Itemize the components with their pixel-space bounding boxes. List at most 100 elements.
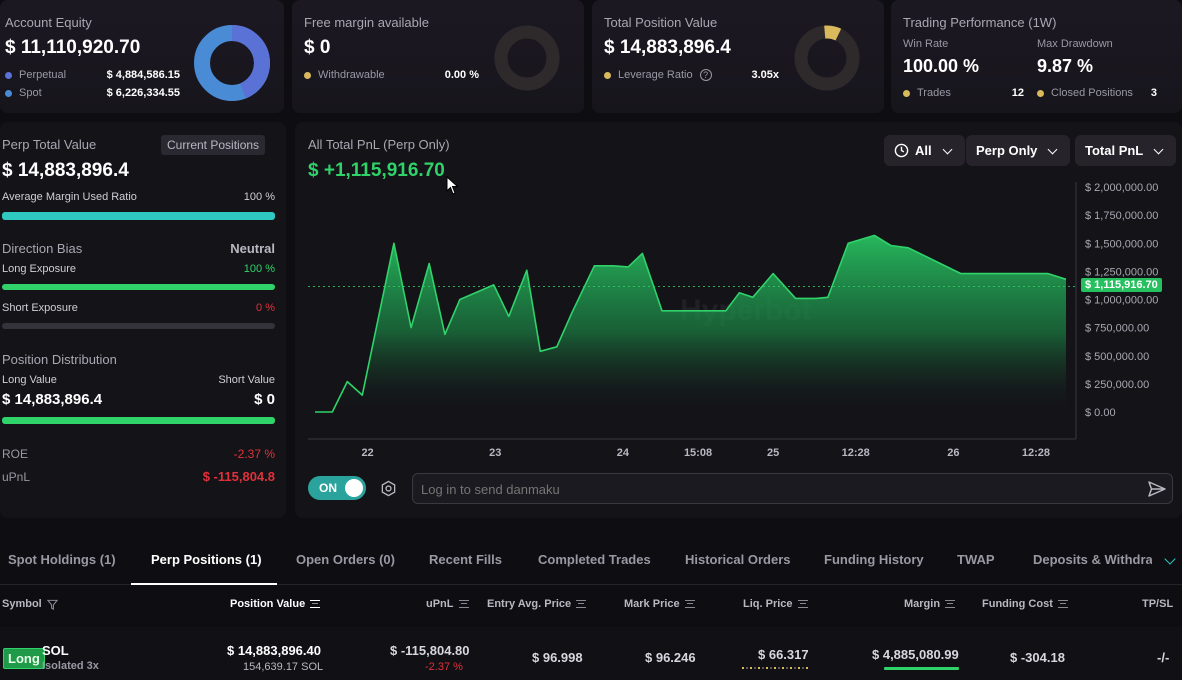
perp-value: $ 4,884,586.15 — [106, 69, 180, 81]
closed-label: Closed Positions — [1051, 87, 1133, 99]
settings-hexagon-icon[interactable] — [380, 480, 397, 497]
x-tick-label: 26 — [947, 447, 959, 459]
danmaku-input-box[interactable] — [412, 473, 1173, 504]
danmaku-toggle[interactable]: ON — [308, 476, 366, 500]
row-upnl: $ -115,804.80 — [390, 643, 470, 658]
col-upnl[interactable]: uPnL — [426, 598, 469, 610]
filter-icon[interactable] — [46, 599, 58, 610]
row-margin: $ 4,885,080.99 — [872, 647, 959, 662]
sort-icon[interactable] — [797, 600, 808, 608]
sort-icon[interactable] — [576, 600, 587, 608]
side-badge: Long — [3, 648, 45, 669]
perp-total-title: Perp Total Value — [2, 137, 97, 152]
roe-value: -2.37 % — [233, 447, 275, 461]
col-mark-price[interactable]: Mark Price — [624, 598, 695, 610]
col-funding-cost[interactable]: Funding Cost — [982, 598, 1068, 610]
long-value: $ 14,883,896.4 — [2, 391, 103, 408]
perp-dot-icon — [5, 71, 12, 79]
closed-positions-row: Closed Positions 3 — [1037, 87, 1157, 99]
sort-icon[interactable] — [1057, 600, 1068, 608]
col-liq-price[interactable]: Liq. Price — [743, 598, 808, 610]
leverage-value: 3.05x — [751, 69, 779, 81]
tab-funding-history[interactable]: Funding History — [824, 552, 924, 567]
long-exposure-label: Long Exposure — [2, 263, 76, 275]
y-tick-label: $ 1,750,000.00 — [1085, 210, 1158, 222]
withdrawable-row: Withdrawable 0.00 % — [304, 69, 479, 81]
y-tick-label: $ 0.00 — [1085, 407, 1116, 419]
avg-margin-bar — [2, 212, 275, 220]
trades-label: Trades — [917, 87, 951, 99]
pnl-area-chart: Hyperbot $ 0.00$ 250,000.00$ 500,000.00$… — [308, 182, 1158, 459]
withdrawable-label: Withdrawable — [318, 69, 385, 81]
row-tpsl[interactable]: -/- — [1157, 650, 1169, 665]
row-funding-cost: $ -304.18 — [1010, 650, 1065, 665]
upnl-label: uPnL — [2, 469, 31, 484]
danmaku-toggle-label: ON — [319, 481, 337, 495]
tab-completed-trades[interactable]: Completed Trades — [538, 552, 651, 567]
col-tpsl: TP/SL — [1142, 598, 1173, 610]
tab-open-orders[interactable]: Open Orders (0) — [296, 552, 395, 567]
col-entry-price[interactable]: Entry Avg. Price — [487, 598, 587, 610]
row-position-value: $ 14,883,896.40 — [227, 643, 321, 658]
win-rate-value: 100.00 % — [903, 56, 980, 76]
equity-spot-row: Spot $ 6,226,334.55 — [5, 87, 180, 99]
help-icon[interactable]: ? — [699, 69, 712, 81]
table-row[interactable] — [0, 627, 1182, 680]
y-tick-label: $ 750,000.00 — [1085, 323, 1149, 335]
closed-dot-icon — [1037, 89, 1044, 97]
spot-dot-icon — [5, 89, 12, 97]
long-exposure-row: Long Exposure 100 % — [2, 263, 275, 275]
spot-label: Spot — [19, 87, 42, 99]
leverage-row: Leverage Ratio ? 3.05x — [604, 69, 779, 81]
danmaku-input[interactable] — [421, 480, 1121, 498]
row-upnl-pct: -2.37 % — [425, 661, 463, 673]
tab-recent-fills[interactable]: Recent Fills — [429, 552, 502, 567]
position-value-value: $ 14,883,896.4 — [604, 37, 731, 58]
spot-value: $ 6,226,334.55 — [106, 87, 180, 99]
sort-icon[interactable] — [684, 600, 695, 608]
withdrawable-value: 0.00 % — [444, 69, 479, 81]
toggle-knob — [345, 479, 363, 497]
avg-margin-value: 100 % — [243, 191, 275, 203]
leverage-dot-icon — [604, 71, 611, 79]
current-positions-button[interactable]: Current Positions — [161, 135, 266, 155]
short-value: $ 0 — [254, 391, 275, 408]
long-value-label: Long Value — [2, 374, 57, 386]
trades-value: 12 — [1011, 87, 1024, 99]
distribution-bar-fill — [2, 417, 275, 424]
margin-usage-bar — [884, 667, 959, 670]
x-tick-label: 15:08 — [684, 447, 712, 459]
perp-summary-panel: Perp Total Value Current Positions $ 14,… — [0, 122, 286, 518]
current-value-tag: $ 1,115,916.70 — [1081, 278, 1162, 293]
row-mark-price: $ 96.246 — [645, 650, 696, 665]
sort-icon[interactable] — [945, 600, 956, 608]
col-funding-label: Funding Cost — [982, 598, 1053, 610]
short-exposure-value: 0 % — [256, 302, 275, 314]
col-margin[interactable]: Margin — [904, 598, 956, 610]
distribution-values-row: $ 14,883,896.4 $ 0 — [2, 391, 275, 408]
direction-bias-title: Direction Bias — [2, 241, 83, 256]
sort-icon[interactable] — [310, 600, 321, 608]
col-symbol-label: Symbol — [2, 598, 42, 610]
row-liq-price: $ 66.317 — [758, 647, 809, 662]
col-liq-label: Liq. Price — [743, 598, 793, 610]
y-tick-label: $ 250,000.00 — [1085, 379, 1149, 391]
col-symbol[interactable]: Symbol — [2, 598, 58, 610]
total-position-value-card: Total Position Value $ 14,883,896.4 Leve… — [592, 0, 884, 113]
row-symbol[interactable]: SOL — [42, 643, 69, 658]
col-position-value[interactable]: Position Value — [230, 598, 321, 610]
equity-donut-chart — [194, 25, 270, 101]
sort-icon[interactable] — [458, 600, 469, 608]
short-exposure-label: Short Exposure — [2, 302, 78, 314]
tab-perp-positions[interactable]: Perp Positions (1) — [151, 552, 262, 567]
tab-historical-orders[interactable]: Historical Orders — [685, 552, 791, 567]
leverage-label: Leverage Ratio — [618, 69, 693, 81]
free-margin-card: Free margin available $ 0 Withdrawable 0… — [292, 0, 584, 113]
send-icon[interactable] — [1147, 479, 1167, 499]
x-tick-label: 23 — [489, 447, 501, 459]
perp-label: Perpetual — [19, 69, 67, 81]
tab-spot-holdings[interactable]: Spot Holdings (1) — [8, 552, 116, 567]
drawdown-value: 9.87 % — [1037, 56, 1094, 76]
tab-twap[interactable]: TWAP — [957, 552, 995, 567]
tab-deposits-withdrawals[interactable]: Deposits & Withdraw — [1033, 552, 1152, 567]
